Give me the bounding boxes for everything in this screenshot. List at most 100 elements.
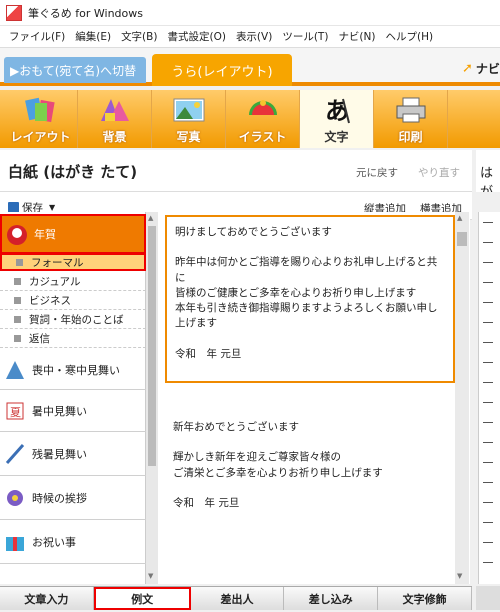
mode-bar: ▶おもて(宛て名)へ切替 うら(レイアウト) ➚ ナビ	[0, 48, 500, 86]
dropdown-arrow-icon: ▼	[49, 203, 56, 212]
sub-reply[interactable]: 返信	[0, 330, 146, 348]
app-icon	[6, 4, 22, 21]
category-list: 年賀 フォーマル カジュアル ビジネス 賀詞・年始のことば 返信 喪中・寒中見舞…	[0, 212, 146, 584]
illustration-icon	[245, 95, 281, 125]
category-label: 暑中見舞い	[32, 404, 87, 418]
category-mochu[interactable]: 喪中・寒中見舞い	[0, 350, 146, 390]
sub-formal[interactable]: フォーマル	[0, 253, 146, 271]
sample-line: 令和 年 元旦	[173, 497, 240, 510]
category-zansho[interactable]: 残暑見舞い	[0, 432, 146, 476]
switch-to-front-tab[interactable]: ▶おもて(宛て名)へ切替	[4, 57, 146, 83]
tab-example[interactable]: 例文	[93, 587, 191, 610]
category-shochu[interactable]: 夏 暑中見舞い	[0, 390, 146, 432]
sample-line	[173, 435, 447, 450]
flower-icon	[7, 489, 23, 506]
bullet-icon	[16, 258, 23, 266]
sub-label: 賀詞・年始のことば	[29, 314, 124, 326]
menu-edit[interactable]: 編集(E)	[70, 29, 116, 44]
sample-line: 新年おめでとうございます	[173, 421, 299, 433]
sample-line: 皆様のご健康とご多幸を心よりお祈り申し上げます	[175, 286, 417, 299]
scroll-up-icon[interactable]: ▲	[457, 214, 462, 222]
bullet-icon	[14, 335, 21, 342]
panel-title: 白紙 (はがき たて)	[8, 163, 138, 181]
background-icon	[97, 95, 133, 125]
tool-text[interactable]: あ 文字	[300, 90, 374, 148]
sample-line: 令和 年 元旦	[175, 347, 242, 360]
tool-photo-label: 写真	[176, 130, 201, 144]
sub-label: ビジネス	[29, 295, 71, 307]
sub-greetings[interactable]: 賀詞・年始のことば	[0, 311, 146, 329]
tool-text-label: 文字	[324, 130, 349, 144]
tab-text-input[interactable]: 文章入力	[0, 587, 94, 610]
panel-header: 白紙 (はがき たて) 元に戻す やり直す	[0, 150, 472, 192]
window-title: 筆ぐるめ for Windows	[28, 6, 144, 20]
cursor-arrow-icon: ➚	[462, 61, 473, 76]
sample-line: ご清栄とご多幸を心よりお祈り申し上げます	[173, 466, 383, 479]
category-scrollbar[interactable]: ▲ ▼	[146, 212, 158, 584]
scroll-up-icon[interactable]: ▲	[148, 214, 153, 222]
menu-navi[interactable]: ナビ(N)	[333, 29, 380, 44]
bullet-icon	[14, 316, 21, 323]
sample-item[interactable]: 新年おめでとうございます 輝かしき新年を迎えご尊家皆々様の ご清栄とご多幸を心よ…	[165, 412, 455, 532]
tool-layout-label: レイアウト	[10, 130, 71, 144]
sample-line	[173, 481, 447, 496]
menu-help[interactable]: ヘルプ(H)	[381, 29, 439, 44]
menu-text[interactable]: 文字(B)	[116, 29, 162, 44]
title-bar: 筆ぐるめ for Windows	[0, 0, 500, 26]
sub-label: フォーマル	[31, 256, 84, 269]
tool-print-label: 印刷	[398, 130, 423, 144]
category-label: 時候の挨拶	[32, 491, 87, 505]
category-label: 年賀	[34, 228, 56, 241]
sample-line: 昨年中は何かとご指導を賜り心よりお礼申し上げると共に	[175, 256, 438, 284]
daruma-icon	[7, 225, 27, 245]
undo-button[interactable]: 元に戻す	[356, 165, 398, 180]
tab-sender[interactable]: 差出人	[190, 587, 285, 610]
scroll-thumb[interactable]	[457, 232, 467, 246]
back-layout-tab[interactable]: うら(レイアウト)	[152, 54, 292, 86]
kanchu-icon	[6, 360, 24, 379]
preview-header: はが	[476, 150, 500, 192]
printer-icon	[393, 95, 429, 125]
bullet-icon	[14, 297, 21, 304]
tool-layout[interactable]: レイアウト	[4, 90, 78, 148]
tool-background[interactable]: 背景	[78, 90, 152, 148]
scroll-down-icon[interactable]: ▼	[457, 572, 462, 580]
menu-view[interactable]: 表示(V)	[231, 29, 277, 44]
sub-label: 返信	[29, 333, 50, 345]
menu-bar: ファイル(F) 編集(E) 文字(B) 書式設定(O) 表示(V) ツール(T)…	[0, 26, 500, 48]
tab-insert[interactable]: 差し込み	[284, 587, 379, 610]
fan-icon: 夏	[6, 402, 24, 419]
category-label: 残暑見舞い	[32, 447, 87, 461]
menu-tools[interactable]: ツール(T)	[277, 29, 333, 44]
sample-item-selected[interactable]: 明けましておめでとうございます 昨年中は何かとご指導を賜り心よりお礼申し上げると…	[165, 215, 455, 383]
navi-button[interactable]: ➚ ナビ	[462, 60, 500, 77]
tool-illustration-label: イラスト	[238, 130, 287, 144]
category-jikou[interactable]: 時候の挨拶	[0, 476, 146, 520]
sample-list: 明けましておめでとうございます 昨年中は何かとご指導を賜り心よりお礼申し上げると…	[158, 212, 470, 584]
sub-label: カジュアル	[29, 276, 81, 288]
text-icon: あ	[319, 95, 355, 125]
sub-casual[interactable]: カジュアル	[0, 273, 146, 291]
menu-format[interactable]: 書式設定(O)	[162, 29, 230, 44]
tool-illustration[interactable]: イラスト	[226, 90, 300, 148]
bottom-tab-bar: 文章入力 例文 差出人 差し込み 文字修飾	[0, 586, 472, 610]
scroll-down-icon[interactable]: ▼	[148, 572, 153, 580]
tool-photo[interactable]: 写真	[152, 90, 226, 148]
bullet-icon	[14, 278, 21, 285]
menu-file[interactable]: ファイル(F)	[4, 29, 70, 44]
category-oiwai[interactable]: お祝い事	[0, 520, 146, 564]
sample-scrollbar[interactable]: ▲ ▼	[455, 212, 469, 584]
layout-icon	[23, 95, 59, 125]
tab-text-decoration[interactable]: 文字修飾	[378, 587, 472, 610]
photo-icon	[171, 95, 207, 125]
redo-button[interactable]: やり直す	[418, 165, 460, 180]
tool-print[interactable]: 印刷	[374, 90, 448, 148]
svg-text:夏: 夏	[10, 406, 21, 419]
bottom-right-strip	[476, 586, 500, 610]
sample-line: 明けましておめでとうございます	[175, 226, 332, 238]
scroll-thumb[interactable]	[148, 226, 156, 466]
sample-line: 輝かしき新年を迎えご尊家皆々様の	[173, 451, 341, 464]
sub-business[interactable]: ビジネス	[0, 292, 146, 310]
category-nenga[interactable]: 年賀	[0, 214, 146, 254]
brush-icon	[5, 443, 25, 464]
